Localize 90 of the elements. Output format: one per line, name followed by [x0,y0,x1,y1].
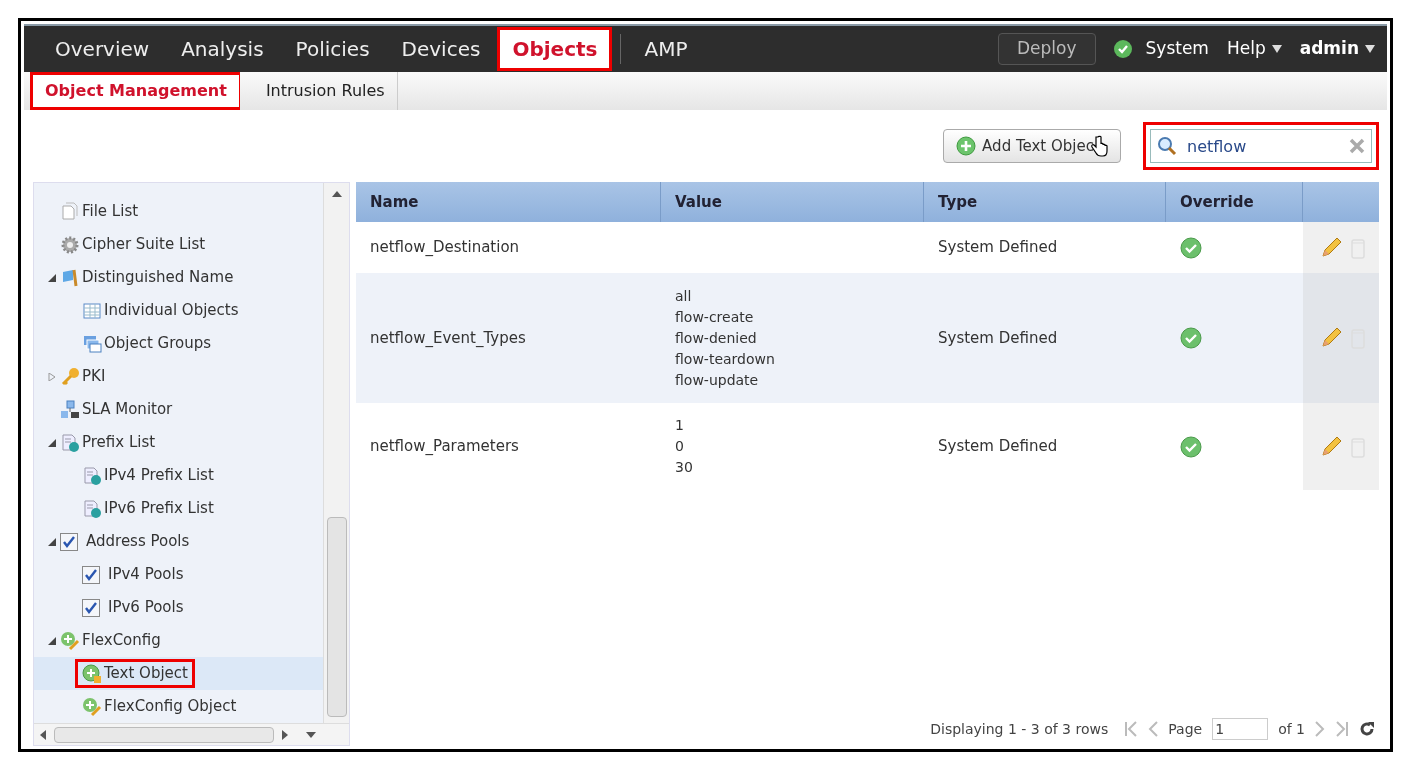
last-page-icon[interactable] [1335,721,1349,737]
table-cell-text: netflow_Event_Types [369,327,527,349]
tree-item-label[interactable]: Address Pools [86,530,190,553]
checkbox[interactable] [60,532,78,551]
table-cell-text: System Defined [937,327,1059,349]
nav-tab[interactable]: AMP [629,27,703,71]
table-cell-text: System Defined [937,237,1059,259]
next-page-icon[interactable] [1315,721,1325,737]
refresh-icon[interactable] [1359,721,1375,737]
flag-icon [60,267,80,288]
caret-icon [1271,45,1282,53]
table-cell-text: flow-create [675,307,755,327]
page-count: of 1 [1278,719,1305,739]
deploy-button[interactable]: Deploy [998,33,1096,65]
table-cell-text: 30 [675,458,694,477]
edit-pencil-icon[interactable] [1319,326,1343,350]
add-icon [956,136,977,156]
checkbox[interactable] [82,565,100,584]
horizontal-scrollbar-thumb[interactable] [54,726,274,743]
table-cell-text: flow-update [675,370,760,390]
network-icon [60,399,80,420]
expanded-arrow-icon[interactable] [48,636,56,645]
menu-button[interactable]: Help [1226,36,1282,62]
windows-icon [82,333,102,354]
tree-item-label[interactable]: Individual Objects [104,299,239,322]
subtab[interactable]: Object Management [30,72,240,110]
tree-item-label[interactable]: IPv4 Prefix List [104,464,214,487]
tree-item-label[interactable]: Object Groups [104,332,212,355]
tree-row[interactable]: FlexConfig Object [34,690,323,723]
tree-item-label[interactable]: Cipher Suite List [82,233,206,256]
document-icon [82,465,102,486]
document-icon [60,432,80,453]
checkbox[interactable] [82,598,100,617]
subtab[interactable]: Intrusion Rules [253,72,398,110]
search-icon [1157,136,1177,156]
tree-item-label[interactable]: Distinguished Name [82,266,234,289]
nav-tab[interactable]: Objects [497,27,613,71]
table-cell-text: flow-teardown [675,349,776,369]
previous-page-icon[interactable] [1148,721,1159,737]
tree-item-label[interactable]: FlexConfig Object [104,695,237,718]
edit-pencil-icon[interactable] [1319,434,1343,459]
pager-summary: Displaying 1 - 3 of 3 rows [930,719,1109,739]
collapsed-arrow-icon[interactable] [48,372,56,381]
table-cell-text: 0 [675,437,685,456]
add-text-object-button[interactable]: Add Text Objec [943,129,1121,163]
gear-icon [60,234,80,255]
table-cell-text: System Defined [937,436,1059,458]
page-label: Page [1168,719,1203,739]
tree-item-label[interactable]: IPv4 Pools [108,563,184,586]
tree-item-label[interactable]: FlexConfig [82,629,161,652]
caret-icon [1365,45,1375,53]
plus-pencil-icon [82,696,102,717]
nav-tab[interactable]: Devices [386,27,496,71]
scroll-up-icon[interactable] [331,191,342,197]
scroll-down-icon[interactable] [306,731,316,738]
document-icon [82,498,102,519]
table-cell-text: flow-denied [675,328,758,348]
nav-tab[interactable]: Analysis [166,27,279,71]
menu-button[interactable]: System [1145,36,1209,62]
table-cell-text: all [675,286,693,306]
menu-button[interactable]: admin [1299,36,1375,62]
table-cell-text: netflow_Parameters [369,436,520,458]
key-icon [60,366,80,387]
tree-row[interactable]: Text Object [34,657,323,690]
table-cell-text: netflow_Destination [369,237,521,259]
scrollbar-thumb[interactable] [326,517,347,717]
expanded-arrow-icon[interactable] [48,537,56,546]
status-check-icon [1113,40,1132,58]
tree-item-label[interactable]: IPv6 Pools [108,596,184,619]
plus-lock-icon [82,663,102,684]
edit-pencil-icon[interactable] [1319,235,1343,260]
search-field[interactable]: netflow [1150,129,1372,163]
page-number-field[interactable]: 1 [1212,718,1269,740]
tree-item-label[interactable]: File List [82,200,139,223]
table-cell-text: 1 [675,416,685,435]
table-icon [82,300,102,321]
clear-icon[interactable] [1349,138,1365,154]
plus-pencil-icon [60,630,80,651]
scroll-right-icon[interactable] [282,729,288,740]
first-page-icon[interactable] [1124,721,1139,737]
tree-item-label[interactable]: SLA Monitor [82,398,173,421]
expanded-arrow-icon[interactable] [48,273,56,282]
file-icon [60,201,80,222]
nav-tab[interactable]: Policies [280,27,385,71]
tree-item-label[interactable]: PKI [82,365,106,388]
nav-tab[interactable]: Overview [40,27,165,71]
expanded-arrow-icon[interactable] [48,438,56,447]
tree-item-label[interactable]: Prefix List [82,431,156,454]
tree-item-label[interactable]: IPv6 Prefix List [104,497,214,520]
scroll-left-icon[interactable] [40,729,46,740]
